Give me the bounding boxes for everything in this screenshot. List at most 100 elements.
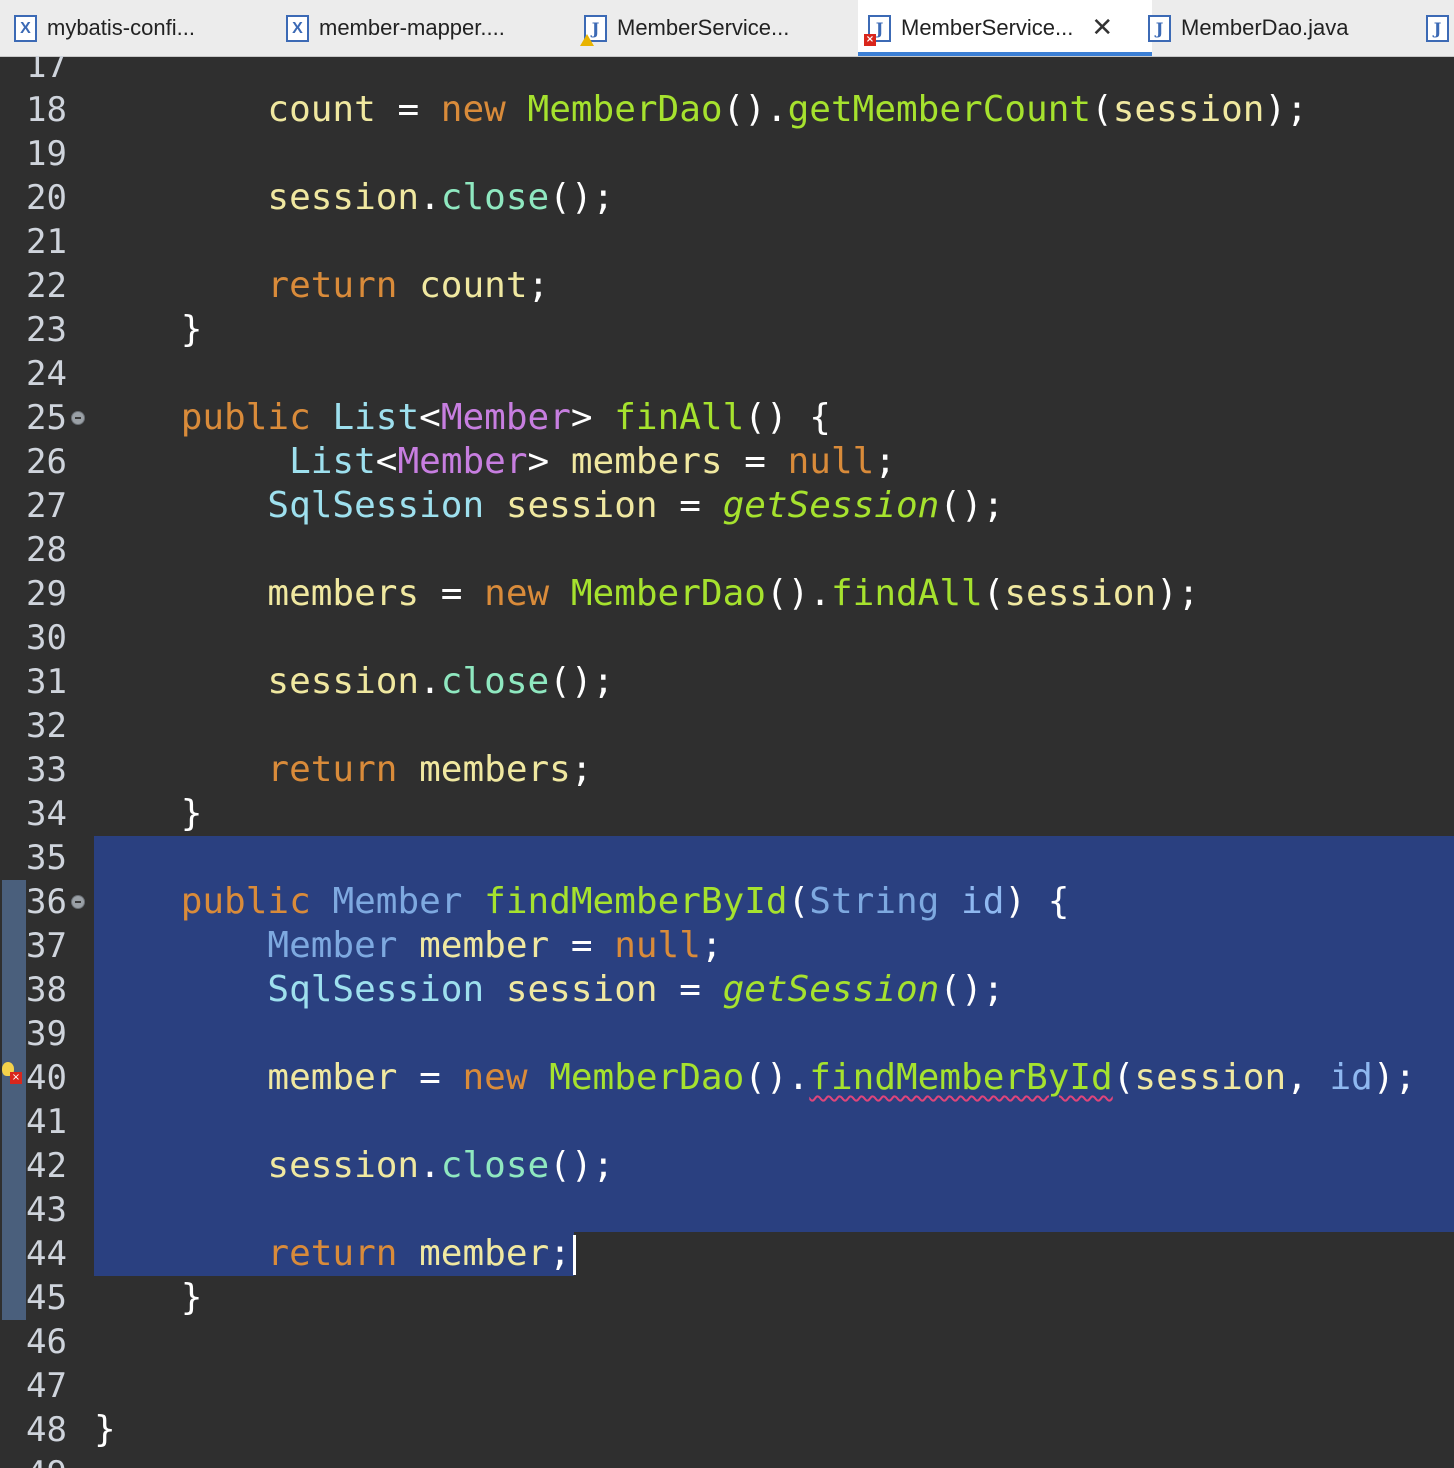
code-line[interactable]: 40 × member = new MemberDao().findMemberB… xyxy=(0,1056,1454,1100)
code-line[interactable]: 46 xyxy=(0,1320,1454,1364)
tab-label: MemberDao.java xyxy=(1181,15,1349,40)
line-number: 32 xyxy=(26,706,67,746)
line-number: 47 xyxy=(26,1366,67,1406)
tab-label: MemberService... xyxy=(901,15,1074,40)
code-line[interactable]: 49 xyxy=(0,1452,1454,1468)
code-line[interactable]: 24 xyxy=(0,352,1454,396)
line-number: 35 xyxy=(26,838,67,878)
line-number: 20 xyxy=(26,178,67,218)
quick-fix-error-icon[interactable]: × xyxy=(2,1062,24,1084)
code-text: Member member = null; xyxy=(267,925,723,966)
tab-4[interactable]: J MemberDao.java xyxy=(1148,0,1398,56)
code-text: member = new MemberDao().findMemberById(… xyxy=(267,1057,1417,1098)
code-text: } xyxy=(180,793,203,834)
code-line[interactable]: 32 xyxy=(0,704,1454,748)
java-file-icon: J × xyxy=(864,14,891,46)
code-editor[interactable]: 17 18 count = new MemberDao().getMemberCo… xyxy=(0,56,1454,1468)
code-line[interactable]: 25 public List<Member> finAll() { xyxy=(0,396,1454,440)
code-text: SqlSession session = getSession(); xyxy=(267,969,1005,1010)
code-line[interactable]: 42 session.close(); xyxy=(0,1144,1454,1188)
code-text: return count; xyxy=(267,265,550,306)
line-number: 40 xyxy=(26,1058,67,1098)
line-number: 30 xyxy=(26,618,67,658)
tab-2[interactable]: J MemberService... xyxy=(580,0,844,56)
code-text: session.close(); xyxy=(267,177,615,218)
code-line[interactable]: 31 session.close(); xyxy=(0,660,1454,704)
code-line[interactable]: 29 members = new MemberDao().findAll(ses… xyxy=(0,572,1454,616)
tab-5[interactable]: J xyxy=(1426,0,1454,56)
code-text: } xyxy=(180,309,203,350)
line-number: 36 xyxy=(26,882,67,922)
tab-0[interactable]: Xmybatis-confi... xyxy=(14,0,264,56)
code-line[interactable]: 19 xyxy=(0,132,1454,176)
line-number: 24 xyxy=(26,354,67,394)
code-line[interactable]: 35 xyxy=(0,836,1454,880)
xml-file-icon: X xyxy=(286,14,309,42)
code-line[interactable]: 18 count = new MemberDao().getMemberCoun… xyxy=(0,88,1454,132)
java-file-icon: J xyxy=(1426,14,1449,42)
code-text: } xyxy=(94,1409,116,1450)
tab-label: member-mapper.... xyxy=(319,15,505,40)
line-number: 37 xyxy=(26,926,67,966)
code-text: public List<Member> finAll() { xyxy=(180,397,831,438)
code-line[interactable]: 45 } xyxy=(0,1276,1454,1320)
line-number: 39 xyxy=(26,1014,67,1054)
warning-badge-icon xyxy=(580,33,594,46)
code-line[interactable]: 21 xyxy=(0,220,1454,264)
code-line[interactable]: 23 } xyxy=(0,308,1454,352)
line-number: 27 xyxy=(26,486,67,526)
code-line[interactable]: 28 xyxy=(0,528,1454,572)
close-tab-icon[interactable]: ✕ xyxy=(1091,13,1113,43)
fold-toggle-icon[interactable] xyxy=(71,411,85,425)
code-text: return member; xyxy=(94,1232,576,1276)
line-number: 46 xyxy=(26,1322,67,1362)
text-caret xyxy=(572,1235,576,1275)
line-number: 43 xyxy=(26,1190,67,1230)
code-line[interactable]: 20 session.close(); xyxy=(0,176,1454,220)
code-line[interactable]: 27 SqlSession session = getSession(); xyxy=(0,484,1454,528)
line-number: 25 xyxy=(26,398,67,438)
code-line[interactable]: 30 xyxy=(0,616,1454,660)
xml-file-icon: X xyxy=(14,14,37,42)
editor-tab-bar: Xmybatis-confi... Xmember-mapper.... J Memb… xyxy=(0,0,1454,57)
line-number: 48 xyxy=(26,1410,67,1450)
line-number: 42 xyxy=(26,1146,67,1186)
line-number: 29 xyxy=(26,574,67,614)
code-line[interactable]: 26 List<Member> members = null; xyxy=(0,440,1454,484)
code-line[interactable]: 39 xyxy=(0,1012,1454,1056)
tab-label: MemberService... xyxy=(617,15,790,40)
code-line[interactable]: 33 return members; xyxy=(0,748,1454,792)
code-line[interactable]: 47 xyxy=(0,1364,1454,1408)
line-number: 45 xyxy=(26,1278,67,1318)
code-text: session.close(); xyxy=(267,1145,615,1186)
line-number: 41 xyxy=(26,1102,67,1142)
code-line[interactable]: 22 return count; xyxy=(0,264,1454,308)
fold-toggle-icon[interactable] xyxy=(71,895,85,909)
code-line[interactable]: 41 xyxy=(0,1100,1454,1144)
code-line[interactable]: 48} xyxy=(0,1408,1454,1452)
code-line[interactable]: 43 xyxy=(0,1188,1454,1232)
code-line[interactable]: 17 xyxy=(0,56,1454,88)
error-badge-icon: × xyxy=(864,33,876,46)
java-file-icon: J xyxy=(580,14,607,46)
code-line[interactable]: 34 } xyxy=(0,792,1454,836)
line-number: 17 xyxy=(26,56,67,86)
line-number: 49 xyxy=(26,1452,70,1468)
code-text: count = new MemberDao().getMemberCount(s… xyxy=(267,89,1308,130)
code-line[interactable]: 37 Member member = null; xyxy=(0,924,1454,968)
code-line[interactable]: 38 SqlSession session = getSession(); xyxy=(0,968,1454,1012)
line-number: 23 xyxy=(26,310,67,350)
code-line[interactable]: 44 return member; xyxy=(0,1232,1454,1276)
code-text: List<Member> members = null; xyxy=(289,441,897,482)
line-number: 34 xyxy=(26,794,67,834)
code-text: } xyxy=(180,1277,203,1318)
line-number: 18 xyxy=(26,90,67,130)
tab-label: mybatis-confi... xyxy=(47,15,195,40)
line-number: 38 xyxy=(26,970,67,1010)
code-text: SqlSession session = getSession(); xyxy=(267,485,1005,526)
tab-1[interactable]: Xmember-mapper.... xyxy=(286,0,546,56)
line-number: 33 xyxy=(26,750,67,790)
line-number: 19 xyxy=(26,134,67,174)
code-line[interactable]: 36 public Member findMemberById(String i… xyxy=(0,880,1454,924)
tab-3[interactable]: J × MemberService... ✕ xyxy=(858,0,1152,56)
